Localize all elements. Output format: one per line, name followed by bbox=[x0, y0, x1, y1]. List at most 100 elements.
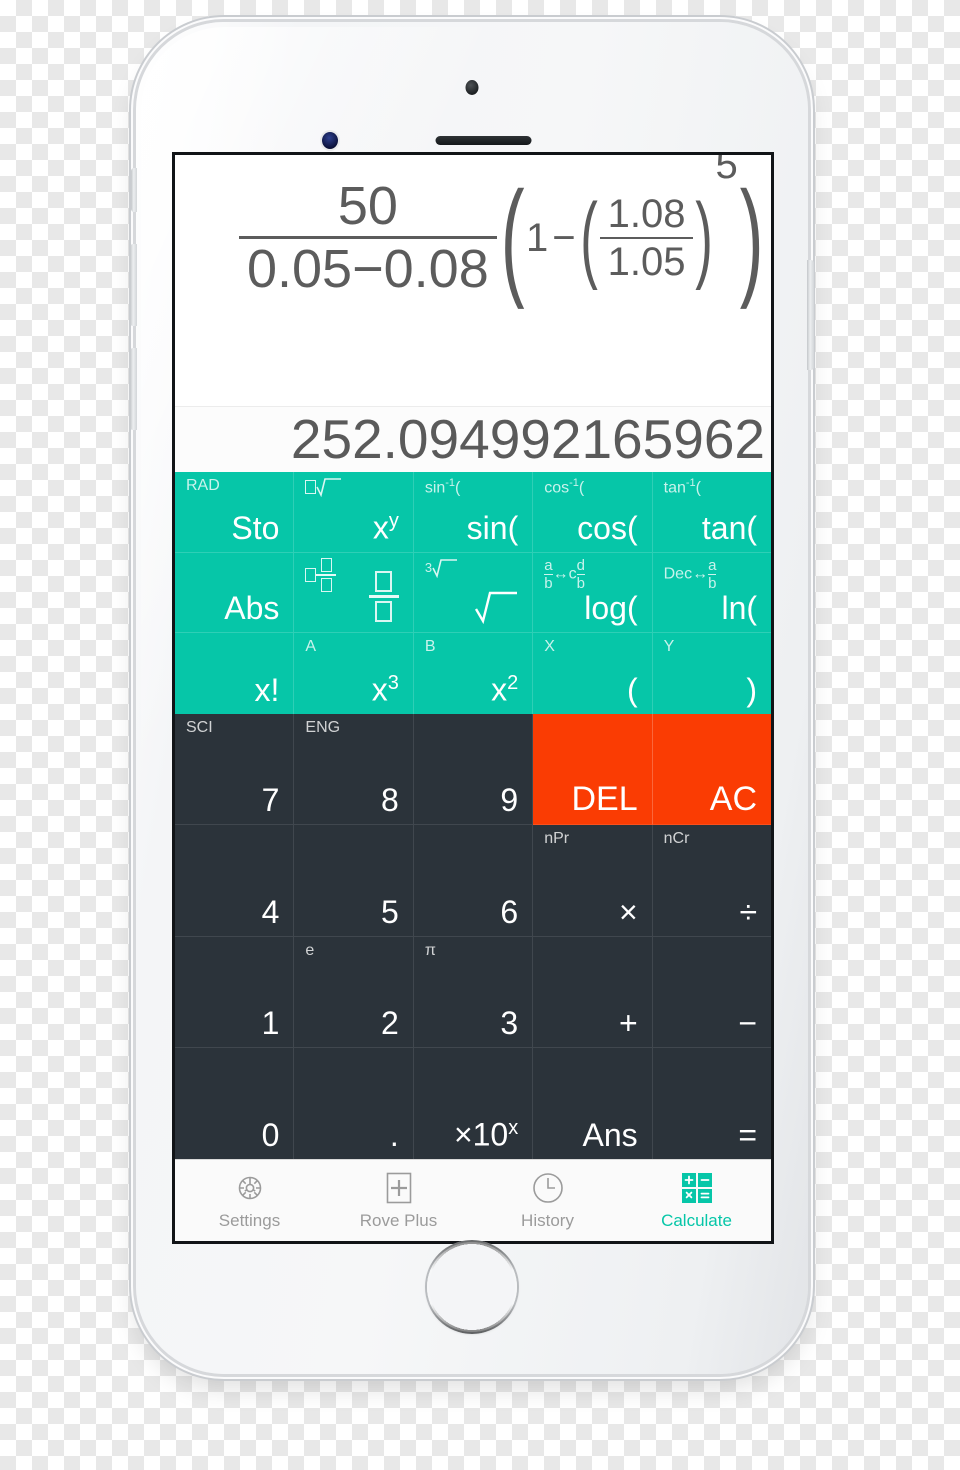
key-factorial[interactable]: x! bbox=[175, 633, 295, 715]
plus-square-icon bbox=[383, 1171, 415, 1205]
fraction-a: a bbox=[544, 556, 553, 574]
result-display[interactable]: 252.094992165962 bbox=[175, 406, 771, 472]
key-7[interactable]: SCI 7 bbox=[175, 714, 295, 826]
key-cos[interactable]: cos-1( cos( bbox=[533, 472, 653, 553]
number-keypad-row-4: 0 . ×10x Ans = bbox=[175, 1047, 771, 1159]
tab-history-label: History bbox=[521, 1210, 574, 1230]
key-sto[interactable]: RAD Sto bbox=[175, 472, 295, 553]
numerator-box-icon bbox=[320, 557, 332, 572]
key-ln[interactable]: Dec↔ a b ln( bbox=[652, 553, 771, 634]
key-plus[interactable]: + bbox=[533, 936, 653, 1048]
key-9[interactable]: 9 bbox=[413, 714, 534, 826]
fraction-a-over-b: ab bbox=[544, 556, 553, 591]
key-2-alt-label: e bbox=[305, 941, 315, 959]
front-camera-icon bbox=[465, 80, 479, 95]
tab-calculate[interactable]: Calculate bbox=[622, 1160, 771, 1241]
key-open-paren-label: ( bbox=[626, 672, 638, 709]
tab-bar: Settings Rove Plus History Calculate bbox=[175, 1159, 771, 1241]
key-fraction[interactable] bbox=[294, 552, 414, 634]
fraction-d: d bbox=[576, 556, 585, 574]
key-decimal-point[interactable]: . bbox=[294, 1047, 414, 1159]
key-multiply-alt-label: nPr bbox=[544, 830, 570, 848]
tab-settings-label: Settings bbox=[218, 1210, 281, 1230]
key-equals[interactable]: = bbox=[653, 1048, 771, 1159]
key-open-paren[interactable]: X ( bbox=[533, 633, 653, 715]
tab-rove-plus[interactable]: Rove Plus bbox=[324, 1160, 473, 1241]
key-2[interactable]: e 2 bbox=[294, 936, 414, 1048]
key-3[interactable]: π 3 bbox=[413, 936, 534, 1048]
key-divide-label: ÷ bbox=[739, 893, 758, 930]
key-0[interactable]: 0 bbox=[175, 1047, 295, 1159]
key-multiply[interactable]: nPr × bbox=[533, 825, 653, 937]
fraction-d-over-b: db bbox=[576, 556, 585, 592]
fraction-b2: b bbox=[576, 573, 585, 592]
outer-fraction-denominator: 0.05−0.08 bbox=[238, 236, 497, 299]
placeholder-box-icon bbox=[305, 480, 317, 494]
result-value: 252.094992165962 bbox=[290, 408, 765, 470]
power-button[interactable] bbox=[807, 260, 814, 370]
proximity-sensor-icon bbox=[322, 132, 338, 149]
key-1[interactable]: 1 bbox=[175, 936, 295, 1048]
volume-up-button[interactable] bbox=[130, 244, 137, 326]
key-sin-alt-label: sin-1( bbox=[424, 477, 461, 497]
tab-settings[interactable]: Settings bbox=[175, 1160, 324, 1241]
key-all-clear[interactable]: AC bbox=[652, 714, 771, 826]
gear-icon bbox=[233, 1171, 267, 1205]
fraction-a-over-b-2: ab bbox=[708, 556, 717, 591]
key-delete-label: DEL bbox=[571, 780, 638, 819]
key-cos-alt-label: cos-1( bbox=[544, 477, 585, 497]
key-sto-alt-label: RAD bbox=[186, 477, 220, 494]
numerator-box-big-icon bbox=[375, 571, 393, 593]
number-keypad-row-1: SCI 7 ENG 8 9 DEL AC bbox=[175, 714, 771, 826]
key-5[interactable]: 5 bbox=[294, 825, 414, 937]
expression-display[interactable]: 50 0.05−0.08 ( 1 − ( 1.08 1.05 ) 5 ) bbox=[175, 155, 771, 406]
home-button[interactable] bbox=[427, 1242, 517, 1332]
key-sin[interactable]: sin-1( sin( bbox=[413, 472, 534, 553]
denominator-operator: − bbox=[352, 239, 384, 299]
key-power-xy[interactable]: xy bbox=[294, 472, 414, 553]
key-minus-label: − bbox=[738, 1004, 758, 1041]
key-exponent-times-ten-label: ×10x bbox=[453, 1117, 519, 1153]
improper-to-mixed-fraction-icon: a b ↔c d b bbox=[544, 556, 585, 592]
key-log[interactable]: a b ↔c d b log( bbox=[533, 552, 653, 634]
key-cube[interactable]: A x3 bbox=[294, 633, 414, 715]
mute-switch[interactable] bbox=[131, 168, 137, 212]
key-ln-label: ln( bbox=[721, 590, 758, 627]
key-close-paren-label: ) bbox=[746, 672, 758, 709]
denominator-box-icon bbox=[320, 577, 332, 592]
key-minus[interactable]: − bbox=[652, 937, 771, 1048]
whole-part-box-icon bbox=[305, 567, 317, 582]
key-3-label: 3 bbox=[500, 1004, 519, 1041]
key-log-label: log( bbox=[584, 590, 638, 627]
nth-root-icon bbox=[305, 477, 342, 497]
key-answer[interactable]: Ans bbox=[533, 1047, 653, 1159]
fraction-a2: a bbox=[708, 556, 717, 574]
tab-history[interactable]: History bbox=[473, 1160, 622, 1241]
key-8[interactable]: ENG 8 bbox=[294, 714, 414, 826]
key-square-root[interactable]: 3 bbox=[413, 552, 534, 634]
key-factorial-label: x! bbox=[254, 672, 280, 709]
key-equals-label: = bbox=[738, 1117, 758, 1153]
number-keypad-row-2: 4 5 6 nPr × nCr ÷ bbox=[175, 825, 771, 937]
key-6[interactable]: 6 bbox=[413, 825, 534, 937]
calculator-icon bbox=[680, 1171, 714, 1205]
key-close-paren[interactable]: Y ) bbox=[653, 633, 771, 714]
volume-down-button[interactable] bbox=[130, 348, 137, 430]
key-exponent-times-ten[interactable]: ×10x bbox=[414, 1047, 534, 1159]
denominator-left: 0.05 bbox=[246, 239, 353, 299]
key-4[interactable]: 4 bbox=[175, 825, 295, 937]
key-abs-label: Abs bbox=[224, 590, 280, 627]
key-power-xy-label: xy bbox=[372, 509, 399, 546]
key-2-label: 2 bbox=[381, 1004, 399, 1041]
radical-small-icon bbox=[432, 558, 458, 578]
key-cube-label: x3 bbox=[371, 672, 399, 709]
key-tan[interactable]: tan-1( tan( bbox=[652, 472, 771, 553]
outer-close-paren: ) bbox=[739, 163, 764, 310]
denominator-box-big-icon bbox=[375, 601, 393, 623]
key-square[interactable]: B x2 bbox=[414, 633, 534, 715]
key-abs[interactable]: Abs bbox=[175, 552, 295, 634]
key-divide[interactable]: nCr ÷ bbox=[652, 825, 771, 937]
key-delete[interactable]: DEL bbox=[533, 714, 653, 826]
key-all-clear-label: AC bbox=[709, 780, 758, 819]
fraction-bar bbox=[316, 573, 337, 576]
